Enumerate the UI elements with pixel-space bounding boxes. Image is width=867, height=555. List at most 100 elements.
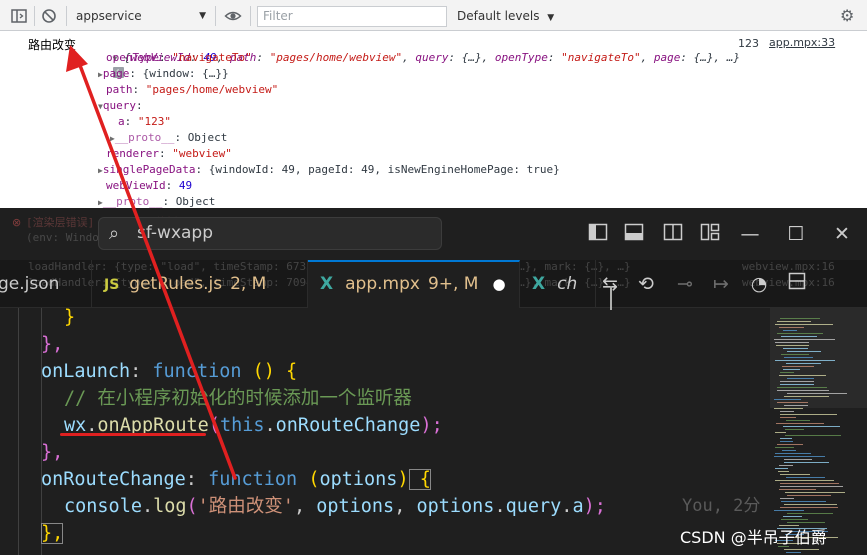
next-change-icon[interactable]: ↦ — [708, 271, 734, 297]
tab-getrules-js[interactable]: JS getRules.js 2, M — [92, 260, 308, 308]
minimap-line — [780, 441, 793, 442]
minimap-line — [786, 477, 825, 478]
filter-input[interactable]: Filter — [257, 6, 447, 27]
mpx-file-icon: X — [320, 274, 334, 294]
log-value: 123 — [738, 37, 759, 50]
minimap-line — [787, 513, 833, 514]
filter-placeholder: Filter — [263, 9, 293, 23]
minimap-line — [779, 489, 816, 490]
minimap-line — [781, 501, 826, 502]
minimap-line — [780, 414, 837, 415]
tab-label: getRules.js — [129, 274, 223, 294]
minimap-line — [780, 483, 839, 484]
minimap-line — [784, 405, 808, 406]
minimap-line — [774, 510, 804, 511]
unsaved-dot-icon[interactable]: ● — [492, 275, 505, 293]
log-levels-label: Default levels — [457, 9, 540, 23]
git-blame-annotation: You, 2分 — [682, 496, 761, 516]
previous-change-icon[interactable]: ⊸ — [672, 271, 698, 297]
minimap-line — [780, 438, 792, 439]
minimap-line — [780, 474, 810, 475]
clear-console-icon[interactable] — [40, 7, 58, 25]
minimap-line — [787, 378, 814, 379]
object-property[interactable]: ▼query: — [98, 99, 143, 113]
tab-app-mpx[interactable]: Xapp.mpx 9+, M ● — [308, 260, 520, 308]
close-icon[interactable]: ✕ — [829, 221, 855, 247]
toggle-primary-sidebar-icon[interactable] — [585, 221, 611, 247]
minimap-line — [783, 426, 840, 427]
console-toolbar: appservice ▼ Filter Default levels ▼ ⚙ — [0, 0, 867, 31]
gear-icon[interactable]: ⚙ — [840, 6, 854, 25]
code-line: }, — [41, 334, 64, 355]
minimap-line — [781, 354, 809, 355]
object-property[interactable]: ▶page: {window: {…}} — [98, 67, 229, 81]
mpx-file-icon: X — [532, 274, 546, 294]
minimap-line — [784, 357, 813, 358]
minimize-icon[interactable]: — — [737, 221, 763, 247]
log-levels-select[interactable]: Default levels ▼ — [457, 6, 554, 26]
maximize-icon[interactable]: ☐ — [783, 221, 809, 247]
minimap-line — [775, 447, 794, 448]
minimap-line — [781, 519, 808, 520]
minimap-line — [787, 393, 847, 394]
command-center-search[interactable]: ⌕ sf-wxapp — [98, 217, 442, 250]
code-comment: // 在小程序初始化的时候添加一个监听器 — [64, 388, 412, 409]
editor-tabs: loadHandler: {type: "load", timeStamp: 6… — [0, 260, 867, 308]
chevron-down-icon: ▼ — [547, 13, 555, 23]
object-property[interactable]: ▶__proto__: Object — [110, 131, 227, 145]
tab-ge-json[interactable]: ge.json — [0, 260, 92, 308]
log-source-link[interactable]: app.mpx:33 — [769, 36, 835, 49]
object-property[interactable]: ▶singlePageData: {windowId: 49, pageId: … — [98, 163, 560, 177]
minimap-line — [781, 336, 817, 337]
toggle-panel-icon[interactable] — [621, 221, 647, 247]
minimap-line — [780, 381, 814, 382]
minimap-line — [775, 453, 811, 454]
context-select[interactable]: appservice ▼ — [72, 6, 210, 26]
minimap-line — [775, 480, 834, 481]
minimap-line — [782, 366, 814, 367]
split-editor-icon[interactable] — [784, 271, 810, 297]
code-editor[interactable]: } }, onLaunch: function () { // 在小程序初始化的… — [0, 307, 770, 555]
minimap-line — [780, 417, 796, 418]
minimap-line — [777, 444, 803, 445]
minimap-line — [780, 507, 838, 508]
code-line: onRouteChange: function (options) { — [41, 469, 431, 490]
minimap-line — [783, 348, 808, 349]
minimap-line — [777, 321, 811, 322]
minimap-line — [777, 402, 808, 403]
code-line: }, — [41, 523, 64, 544]
minimap-line — [786, 420, 810, 421]
eye-icon[interactable] — [224, 7, 242, 25]
open-changes-icon[interactable]: ⟲ — [633, 271, 659, 297]
minimap-line — [783, 516, 802, 517]
minimap-line — [777, 390, 829, 391]
toggle-secondary-sidebar-icon[interactable] — [660, 221, 686, 247]
toolbar-divider — [34, 6, 35, 26]
log-message: 路由改变 — [28, 38, 77, 52]
minimap-line — [775, 324, 833, 325]
log-object-summary[interactable]: ▼ {webViewId: 49, path: "pages/home/webv… — [86, 37, 740, 78]
minimap-line — [784, 462, 829, 463]
toolbar-divider — [250, 6, 251, 26]
minimap[interactable] — [770, 308, 867, 555]
minimap-line — [780, 486, 843, 487]
timeline-icon[interactable]: ◔ — [746, 271, 772, 297]
object-property[interactable]: ▶__proto__: Object — [98, 195, 215, 209]
minimap-line — [785, 429, 804, 430]
minimap-line — [786, 552, 801, 553]
javascript-file-icon: JS — [104, 277, 120, 293]
minimap-line — [784, 396, 829, 397]
minimap-line — [780, 498, 794, 499]
tab-status: 2, M — [230, 274, 267, 294]
minimap-line — [784, 549, 819, 550]
minimap-line — [777, 333, 823, 334]
sidebar-toggle-icon[interactable] — [10, 7, 28, 25]
annotation-underline — [60, 433, 206, 436]
customize-layout-icon[interactable] — [697, 221, 723, 247]
minimap-line — [780, 411, 794, 412]
tab-ch[interactable]: Xch — [520, 260, 596, 308]
minimap-line — [784, 459, 812, 460]
chevron-down-icon: ▼ — [199, 11, 206, 21]
minimap-line — [786, 363, 821, 364]
tab-label: ch — [557, 274, 578, 294]
